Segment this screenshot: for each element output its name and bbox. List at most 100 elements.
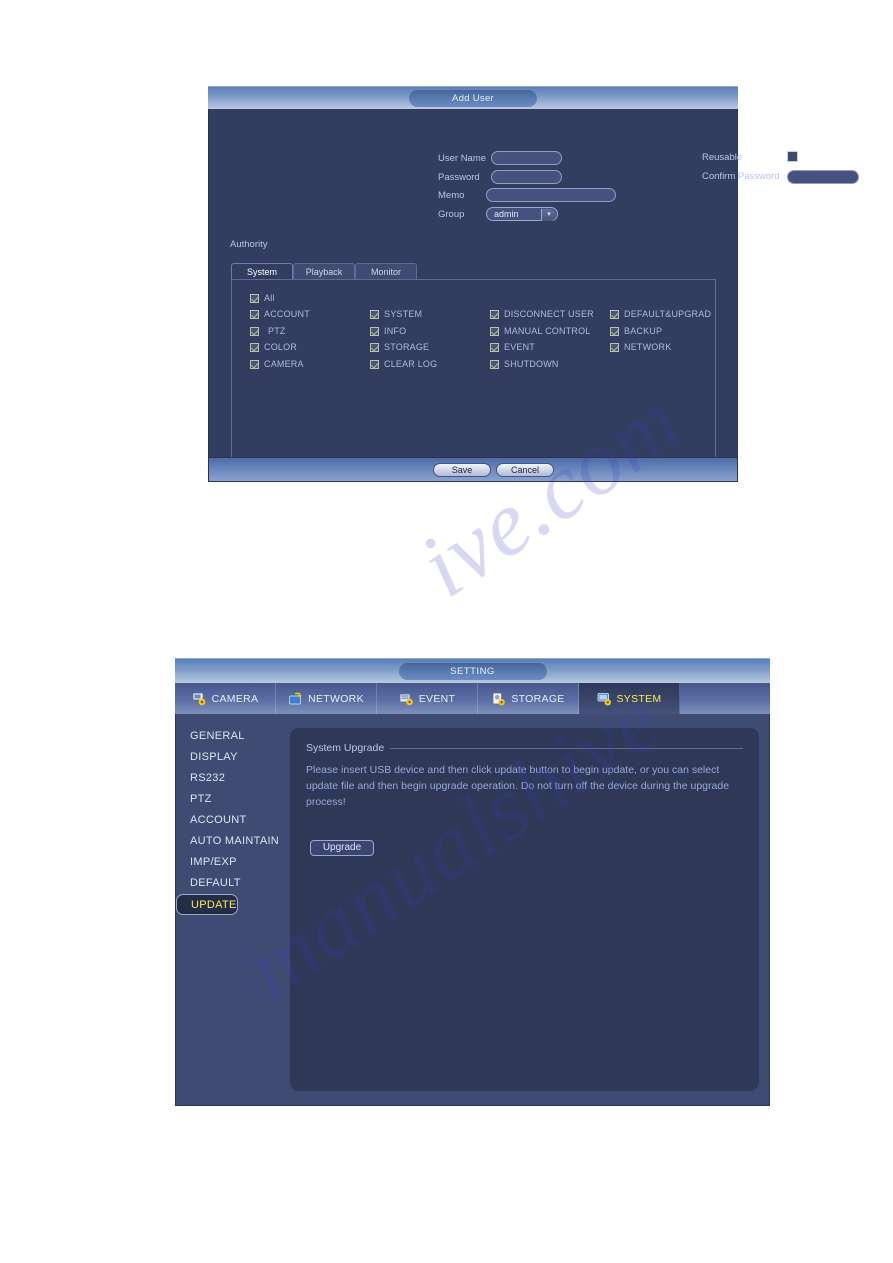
permission-color[interactable]: COLOR xyxy=(250,342,297,352)
permission-camera[interactable]: CAMERA xyxy=(250,359,304,369)
password-input[interactable] xyxy=(491,170,562,184)
permission-label: SYSTEM xyxy=(384,309,423,319)
reusable-checkbox[interactable] xyxy=(787,151,798,162)
permission-label: COLOR xyxy=(264,342,298,352)
tab-network[interactable]: NETWORK xyxy=(276,683,377,714)
event-icon xyxy=(399,692,415,706)
sidebar-item-general[interactable]: GENERAL xyxy=(176,726,286,747)
checkbox-icon[interactable] xyxy=(250,359,259,369)
permission-label: CAMERA xyxy=(264,359,304,369)
authority-label: Authority xyxy=(230,239,268,250)
permission-info[interactable]: INFO xyxy=(370,326,406,336)
tab-camera[interactable]: CAMERA xyxy=(175,683,276,714)
checkbox-icon[interactable] xyxy=(490,342,499,352)
permission-ptz[interactable]: PTZ xyxy=(250,326,286,336)
sidebar-item-imp-exp[interactable]: IMP/EXP xyxy=(176,852,286,873)
checkbox-icon[interactable] xyxy=(490,359,499,369)
tab-playback[interactable]: Playback xyxy=(293,263,355,280)
memo-input[interactable] xyxy=(486,188,616,202)
setting-dialog: SETTING CAMERA NETWORK EVENT STORAGE SYS… xyxy=(175,658,770,1106)
checkbox-icon[interactable] xyxy=(250,293,259,303)
setting-content-wrap: System Upgrade Please insert USB device … xyxy=(286,714,769,1105)
reusable-label: Reusable xyxy=(702,152,743,163)
checkbox-icon[interactable] xyxy=(250,326,259,336)
permission-system[interactable]: SYSTEM xyxy=(370,309,422,319)
system-upgrade-panel: System Upgrade Please insert USB device … xyxy=(290,728,759,1091)
checkbox-icon[interactable] xyxy=(250,342,259,352)
permission-label: INFO xyxy=(384,326,407,336)
tab-system[interactable]: SYSTEM xyxy=(579,683,680,714)
storage-icon xyxy=(491,692,507,706)
checkbox-icon[interactable] xyxy=(370,359,379,369)
tab-label: CAMERA xyxy=(211,692,259,705)
section-header: System Upgrade xyxy=(306,742,743,754)
tab-monitor[interactable]: Monitor xyxy=(355,263,417,280)
checkbox-icon[interactable] xyxy=(490,309,499,319)
system-icon xyxy=(597,692,613,706)
setting-title-bar: SETTING xyxy=(175,658,770,683)
sidebar-item-display[interactable]: DISPLAY xyxy=(176,747,286,768)
user-name-input[interactable] xyxy=(491,151,562,165)
checkbox-icon[interactable] xyxy=(610,309,619,319)
add-user-title-bar: Add User xyxy=(208,86,738,109)
permission-label: STORAGE xyxy=(384,342,430,352)
add-user-dialog: Add User User Name Password Memo Group a… xyxy=(208,86,859,483)
sidebar-item-account[interactable]: ACCOUNT xyxy=(176,810,286,831)
permission-storage[interactable]: STORAGE xyxy=(370,342,429,352)
group-select-value: admin xyxy=(494,209,519,219)
setting-body: GENERAL DISPLAY RS232 PTZ ACCOUNT AUTO M… xyxy=(175,714,770,1106)
checkbox-icon[interactable] xyxy=(610,342,619,352)
section-divider xyxy=(390,747,743,749)
tab-label: SYSTEM xyxy=(616,692,662,705)
permission-disconnect-user[interactable]: DISCONNECT USER xyxy=(490,309,594,319)
tab-system[interactable]: System xyxy=(231,263,293,280)
checkbox-icon[interactable] xyxy=(370,326,379,336)
permission-default-upgrade[interactable]: DEFAULT&UPGRAD xyxy=(610,309,711,319)
tab-storage[interactable]: STORAGE xyxy=(478,683,579,714)
permission-event[interactable]: EVENT xyxy=(490,342,535,352)
checkbox-icon[interactable] xyxy=(370,342,379,352)
permission-label: All xyxy=(264,293,275,303)
permission-label: PTZ xyxy=(268,326,286,336)
permission-all[interactable]: All xyxy=(250,293,275,303)
authority-panel: All ACCOUNT PTZ COLOR CAMERA SYSTEM INFO… xyxy=(231,279,716,469)
permission-label: ACCOUNT xyxy=(264,309,310,319)
upgrade-description: Please insert USB device and then click … xyxy=(306,764,730,808)
permission-label: SHUTDOWN xyxy=(504,359,559,369)
checkbox-icon[interactable] xyxy=(610,326,619,336)
tab-label: EVENT xyxy=(418,692,456,705)
memo-label: Memo xyxy=(438,190,465,201)
checkbox-icon[interactable] xyxy=(370,309,379,319)
sidebar-item-update[interactable]: UPDATE xyxy=(176,894,238,915)
add-user-footer: Save Cancel xyxy=(208,457,738,482)
setting-nav-tabs: CAMERA NETWORK EVENT STORAGE SYSTEM xyxy=(175,683,770,714)
permission-backup[interactable]: BACKUP xyxy=(610,326,662,336)
permission-account[interactable]: ACCOUNT xyxy=(250,309,310,319)
upgrade-button[interactable]: Upgrade xyxy=(310,840,374,856)
permission-clear-log[interactable]: CLEAR LOG xyxy=(370,359,437,369)
sidebar-item-rs232[interactable]: RS232 xyxy=(176,768,286,789)
setting-sidebar: GENERAL DISPLAY RS232 PTZ ACCOUNT AUTO M… xyxy=(176,714,286,1105)
permission-manual-control[interactable]: MANUAL CONTROL xyxy=(490,326,590,336)
permission-label: BACKUP xyxy=(624,326,663,336)
sidebar-item-ptz[interactable]: PTZ xyxy=(176,789,286,810)
checkbox-icon[interactable] xyxy=(250,309,259,319)
add-user-title: Add User xyxy=(409,90,537,107)
group-select[interactable]: admin ▾ xyxy=(486,207,558,221)
permission-label: EVENT xyxy=(504,342,536,352)
add-user-body: User Name Password Memo Group admin ▾ Re… xyxy=(208,109,859,469)
permission-label: CLEAR LOG xyxy=(384,359,438,369)
tab-event[interactable]: EVENT xyxy=(377,683,478,714)
save-button[interactable]: Save xyxy=(433,463,491,477)
permission-shutdown[interactable]: SHUTDOWN xyxy=(490,359,559,369)
permission-label: NETWORK xyxy=(624,342,672,352)
tab-bar-filler xyxy=(680,683,770,714)
sidebar-item-default[interactable]: DEFAULT xyxy=(176,873,286,894)
checkbox-icon[interactable] xyxy=(490,326,499,336)
confirm-password-input[interactable] xyxy=(787,170,859,184)
cancel-button[interactable]: Cancel xyxy=(496,463,554,477)
setting-title: SETTING xyxy=(398,663,547,680)
permission-network[interactable]: NETWORK xyxy=(610,342,671,352)
chevron-down-icon[interactable]: ▾ xyxy=(541,209,556,221)
sidebar-item-auto-maintain[interactable]: AUTO MAINTAIN xyxy=(176,831,286,852)
